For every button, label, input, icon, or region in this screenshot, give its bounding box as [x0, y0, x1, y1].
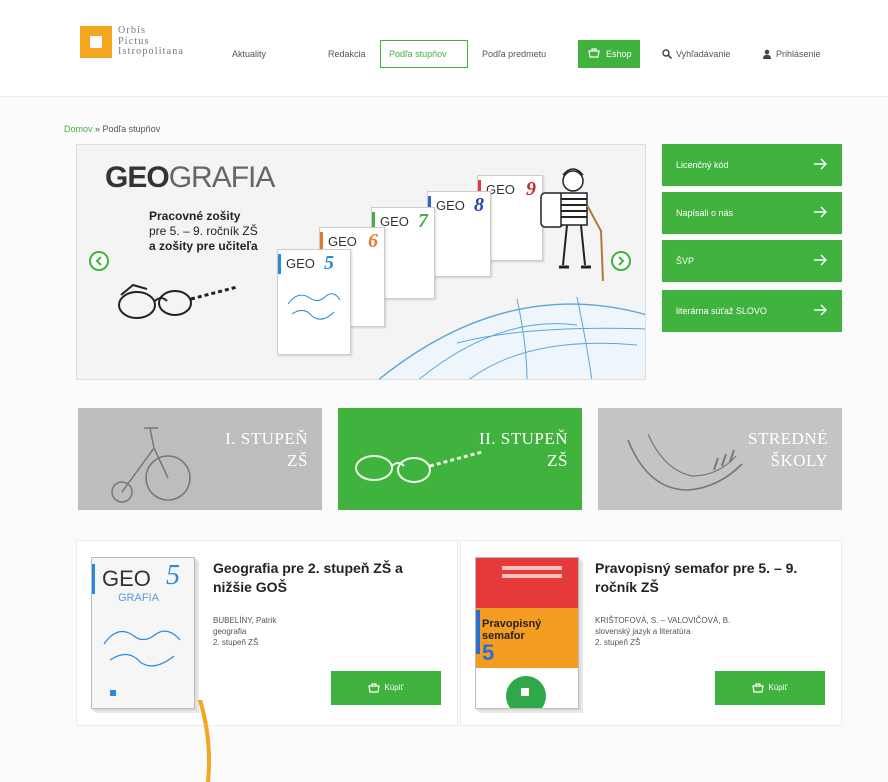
basket-icon	[588, 48, 600, 58]
world-map-icon	[287, 293, 341, 320]
product-card[interactable]: Pravopisný semafor 5 Pravopisný semafor …	[460, 540, 842, 726]
buy-button-label: Kúpiť	[384, 683, 404, 692]
product-cover-grade: 5	[482, 640, 495, 665]
product-subject: geografia	[213, 627, 247, 636]
tile-stredne-skoly[interactable]: STREDNÉ ŠKOLY	[598, 408, 842, 510]
side-link-label: ŠVP	[676, 256, 695, 266]
side-link-licencny-kod[interactable]: Licenčný kód	[662, 144, 842, 186]
nav-aktuality[interactable]: Aktuality	[232, 40, 266, 68]
hero-title: GEOGRAFIA	[105, 161, 276, 195]
hero-subtitle-line: pre 5. – 9. ročník ZŠ	[149, 224, 258, 238]
product-cover-grade: 5	[166, 560, 180, 591]
tile-prvy-stupen[interactable]: I. STUPEŇ ZŠ	[78, 408, 322, 510]
hero-prev-button[interactable]	[89, 251, 109, 271]
nav-vyhladavanie[interactable]: Vyhľadávanie	[662, 40, 730, 68]
hero-title-light: GRAFIA	[168, 161, 276, 194]
chevron-left-icon	[95, 256, 102, 266]
side-link-label: literárna súťaž SLOVO	[676, 306, 767, 316]
product-card[interactable]: GEO 5 GRAFIA Geografia pre 2. stupeň ZŠ …	[76, 540, 458, 726]
side-link-label: Licenčný kód	[676, 160, 729, 170]
nav-podla-predmetu[interactable]: Podľa predmetu	[482, 40, 546, 68]
arrow-right-icon	[814, 158, 827, 170]
side-link-svp[interactable]: ŠVP	[662, 240, 842, 282]
breadcrumb: Domov » Podľa stupňov	[64, 124, 160, 134]
product-cover[interactable]: Pravopisný semafor 5	[475, 557, 579, 709]
arrow-right-icon	[814, 254, 827, 266]
hero-title-bold: GEO	[105, 161, 170, 194]
side-link-literarna-sutaz[interactable]: literárna súťaž SLOVO	[662, 290, 842, 332]
product-meta: KRIŠTOFOVÁ, S. – VALOVIČOVÁ, B. slovensk…	[595, 615, 730, 648]
workbook-cover: GEO 5	[277, 249, 351, 355]
horn-illustration	[627, 433, 743, 491]
buy-button[interactable]: Kúpiť	[331, 671, 441, 705]
arrow-right-icon	[814, 304, 827, 316]
hero-subtitle-line: Pracovné zošity	[149, 209, 241, 223]
tile-label: I. STUPEŇ ZŠ	[225, 429, 308, 470]
world-map-icon	[103, 630, 181, 667]
hero-subtitle: Pracovné zošity pre 5. – 9. ročník ZŠ a …	[149, 209, 258, 254]
nav-vyhladavanie-label: Vyhľadávanie	[676, 49, 731, 59]
tile-label: II. STUPEŇ ZŠ	[478, 429, 568, 470]
tile-label: STREDNÉ ŠKOLY	[748, 429, 828, 470]
nav-prihlasenie[interactable]: Prihlásenie	[762, 40, 821, 68]
logo-line: Istropolitana	[118, 46, 185, 57]
product-author: BUBELÍNY, Patrik	[213, 616, 277, 625]
logo-mark	[80, 26, 112, 58]
hero-subtitle-line: a zošity pre učiteľa	[149, 239, 258, 253]
glasses-illustration	[118, 283, 238, 319]
product-cover[interactable]: GEO 5 GRAFIA	[91, 557, 195, 709]
product-level: 2. stupeň ZŠ	[213, 638, 259, 647]
arrow-right-icon	[814, 206, 827, 218]
user-icon	[763, 49, 771, 59]
product-title[interactable]: Geografia pre 2. stupeň ZŠ a nižšie GOŠ	[213, 559, 433, 597]
tile-druhy-stupen[interactable]: II. STUPEŇ ZŠ	[338, 408, 582, 510]
basket-icon	[752, 683, 764, 693]
product-author: KRIŠTOFOVÁ, S. – VALOVIČOVÁ, B.	[595, 616, 731, 625]
hiker-illustration	[540, 168, 604, 282]
product-level: 2. stupeň ZŠ	[595, 638, 641, 647]
workbook-title: GEO 5	[286, 252, 334, 274]
hero-banner[interactable]: GEOGRAFIA Pracovné zošity pre 5. – 9. ro…	[76, 144, 646, 380]
breadcrumb-separator: »	[92, 124, 103, 134]
site-header: Orbis Pictus Istropolitana Aktuality Red…	[0, 0, 888, 97]
nav-eshop-button[interactable]: Eshop	[578, 40, 640, 68]
product-subject: slovenský jazyk a literatúra	[595, 627, 691, 636]
product-meta: BUBELÍNY, Patrik geografia 2. stupeň ZŠ	[213, 615, 276, 648]
search-icon	[662, 49, 672, 59]
workbook-title: GEO 8	[436, 194, 484, 216]
side-link-napisali-o-nas[interactable]: Napísali o nás	[662, 192, 842, 234]
breadcrumb-home-link[interactable]: Domov	[64, 124, 93, 134]
glasses-illustration	[355, 450, 483, 483]
bicycle-illustration	[111, 427, 191, 503]
annotation-stroke	[198, 700, 211, 782]
product-cover-title: GEO	[102, 566, 151, 591]
logo-line: Orbis	[118, 25, 147, 36]
logo-text: Orbis Pictus Istropolitana	[118, 25, 185, 58]
basket-icon	[368, 683, 380, 693]
product-cover-subtitle: GRAFIA	[118, 592, 159, 604]
nav-redakcia[interactable]: Redakcia	[328, 40, 366, 68]
nav-prihlasenie-label: Prihlásenie	[776, 49, 821, 59]
buy-button[interactable]: Kúpiť	[715, 671, 825, 705]
product-cover-title: Pravopisný semafor	[482, 618, 542, 642]
nav-eshop-label: Eshop	[606, 49, 632, 59]
side-link-label: Napísali o nás	[676, 208, 734, 218]
nav-podla-stupnov[interactable]: Podľa stupňov	[380, 40, 468, 68]
breadcrumb-current: Podľa stupňov	[102, 124, 161, 134]
product-title[interactable]: Pravopisný semafor pre 5. – 9. ročník ZŠ	[595, 559, 825, 597]
buy-button-label: Kúpiť	[768, 683, 788, 692]
workbook-title: GEO 6	[328, 230, 378, 252]
